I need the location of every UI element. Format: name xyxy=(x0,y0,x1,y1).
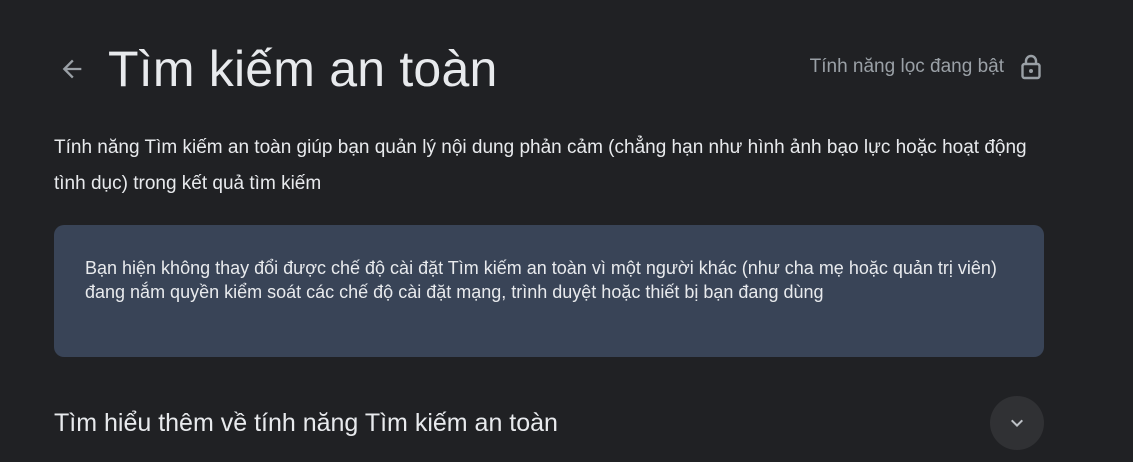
learn-more-label: Tìm hiểu thêm về tính năng Tìm kiếm an t… xyxy=(54,408,558,437)
filter-status-label: Tính năng lọc đang bật xyxy=(809,56,1004,77)
back-button[interactable] xyxy=(54,51,90,87)
notice-text: Bạn hiện không thay đổi được chế độ cài … xyxy=(85,258,997,302)
lock-icon xyxy=(1018,53,1044,81)
filter-status: Tính năng lọc đang bật xyxy=(810,53,1044,81)
page-title: Tìm kiếm an toàn xyxy=(108,41,498,97)
chevron-down-icon xyxy=(1011,419,1023,427)
arrow-left-icon xyxy=(62,59,82,79)
admin-control-notice: Bạn hiện không thay đổi được chế độ cài … xyxy=(54,225,1044,357)
page-header: Tìm kiếm an toàn Tính năng lọc đang bật xyxy=(54,34,1044,104)
expand-button[interactable] xyxy=(990,396,1044,450)
safe-search-page: Tìm kiếm an toàn Tính năng lọc đang bật … xyxy=(0,0,1133,462)
description-text: Tính năng Tìm kiếm an toàn giúp bạn quản… xyxy=(54,137,1027,194)
learn-more-row[interactable]: Tìm hiểu thêm về tính năng Tìm kiếm an t… xyxy=(54,396,1044,450)
